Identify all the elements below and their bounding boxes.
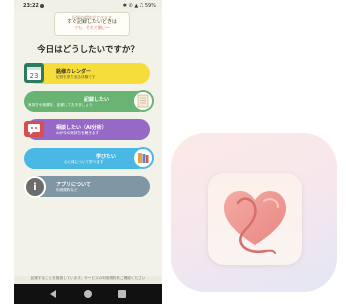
app-icon-tile[interactable]	[171, 133, 337, 292]
navigation-bar	[14, 284, 162, 304]
learn-button[interactable]: 学びたい 心と体について学べます	[24, 147, 154, 169]
phone-screen: 23:22 ✱ ✆ ▲ ⎍ 59% 記録や相談ができます すぐ記録したいときは …	[14, 0, 162, 304]
calendar-icon-day: 23	[30, 72, 39, 80]
heart-logo-icon	[224, 191, 286, 254]
status-icons: ✱ ✆ ▲ ⎍ 59%	[122, 3, 156, 9]
record-button[interactable]: 記録したい 気持ちや体調を、記録しておきましょう	[24, 90, 154, 112]
footer-notice: 記録することを推奨しています。サービスの利用規約をご確認ください	[14, 276, 162, 284]
notepad-icon	[132, 90, 154, 112]
consult-desc: AIが今の気持ちを聴きます	[56, 131, 100, 135]
chat-icon	[24, 121, 44, 137]
about-desc: 利用規約など	[56, 188, 78, 192]
learn-desc: 心と体について学べます	[64, 160, 104, 164]
status-bar: 23:22 ✱ ✆ ▲ ⎍ 59%	[14, 0, 162, 12]
page-title: 今日はどうしたいですか？	[37, 45, 139, 55]
back-icon[interactable]	[50, 290, 56, 298]
bubble-line-3: でも、それで願い〜	[74, 25, 110, 30]
record-desc: 気持ちや体調を、記録しておきましょう	[28, 103, 93, 107]
recent-apps-icon[interactable]	[118, 290, 126, 298]
consult-button[interactable]: 相談したい（AI分析） AIが今の気持ちを聴きます	[24, 119, 150, 140]
speech-bubble: 記録や相談ができます すぐ記録したいときは でも、それで願い〜	[54, 12, 130, 36]
info-icon: i	[24, 176, 46, 198]
calendar-button[interactable]: 23 銘様カレンダー 記録を振り返る体験です	[24, 63, 150, 84]
home-icon[interactable]	[84, 290, 92, 298]
about-button[interactable]: i アプリについて 利用規約など	[24, 176, 150, 198]
calendar-icon: 23	[24, 63, 44, 83]
app-icon-inner	[208, 173, 302, 265]
learn-label: 学びたい	[96, 154, 117, 160]
record-label: 記録したい	[84, 97, 110, 103]
calendar-desc: 記録を振り返る体験です	[56, 75, 96, 79]
about-label: アプリについて	[56, 182, 91, 188]
notification-dot-icon	[40, 4, 44, 8]
book-icon	[132, 147, 154, 169]
status-time: 23:22	[23, 3, 39, 9]
calendar-label: 銘様カレンダー	[56, 69, 92, 75]
consult-label: 相談したい（AI分析）	[56, 125, 107, 131]
